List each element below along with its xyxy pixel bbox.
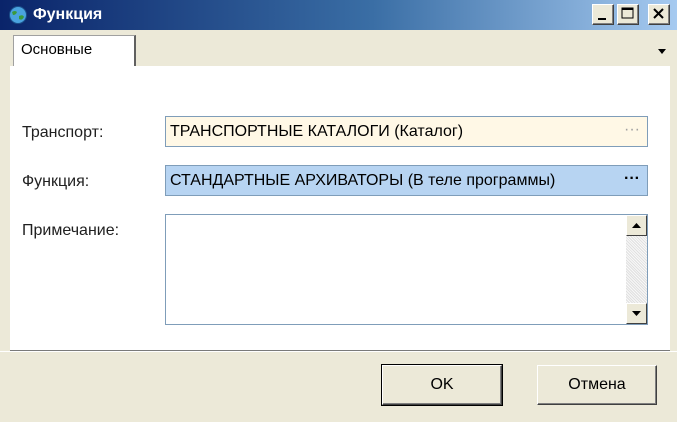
close-button[interactable] [648, 4, 670, 25]
note-scrollbar[interactable] [626, 215, 647, 324]
tab-main-label: Основные [21, 41, 93, 58]
title-bar[interactable]: Функция [0, 0, 677, 30]
function-browse-button[interactable]: ··· [621, 170, 643, 191]
maximize-icon [621, 7, 634, 19]
form-panel: Транспорт: ТРАНСПОРТНЫЕ КАТАЛОГИ (Катало… [10, 66, 670, 351]
cancel-button[interactable]: Отмена [537, 365, 657, 405]
transport-label: Транспорт: [22, 124, 104, 141]
transport-field[interactable]: ТРАНСПОРТНЫЕ КАТАЛОГИ (Каталог) ··· [165, 116, 648, 147]
button-bar: OK Отмена [0, 351, 677, 422]
globe-icon [8, 5, 28, 25]
function-field[interactable]: СТАНДАРТНЫЕ АРХИВАТОРЫ (В теле программы… [165, 165, 648, 196]
ok-button[interactable]: OK [382, 365, 502, 405]
function-dialog: Функция Основные Транспорт: ТРАНСПОРТНЫЕ… [0, 0, 677, 422]
function-label: Функция: [22, 173, 90, 190]
scroll-down-button[interactable] [626, 303, 647, 324]
maximize-button[interactable] [617, 4, 639, 25]
window-title: Функция [33, 6, 103, 23]
arrow-down-icon [632, 311, 641, 316]
tab-main[interactable]: Основные [13, 35, 136, 66]
minimize-icon [598, 18, 606, 20]
tab-menu-arrow-icon[interactable] [657, 48, 667, 56]
function-value: СТАНДАРТНЫЕ АРХИВАТОРЫ (В теле программы… [170, 172, 556, 189]
scroll-track[interactable] [626, 236, 647, 303]
minimize-button[interactable] [592, 4, 614, 25]
transport-value: ТРАНСПОРТНЫЕ КАТАЛОГИ (Каталог) [170, 123, 464, 140]
scroll-up-button[interactable] [626, 215, 647, 236]
note-textarea[interactable] [165, 214, 648, 325]
transport-browse-button[interactable]: ··· [621, 121, 643, 142]
note-label: Примечание: [22, 222, 120, 239]
arrow-up-icon [632, 223, 641, 228]
close-icon [653, 8, 664, 19]
